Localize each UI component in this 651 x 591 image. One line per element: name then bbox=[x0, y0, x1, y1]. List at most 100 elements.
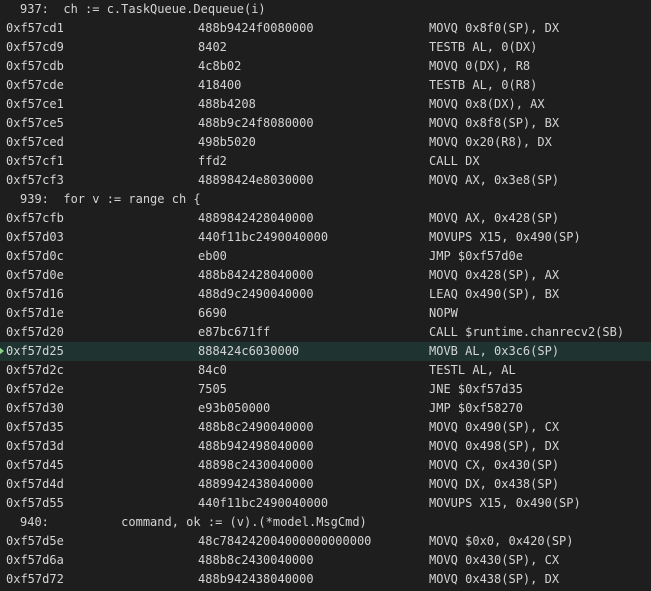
instruction-row[interactable]: 0xf57cd1 488b9424f0080000 MOVQ 0x8f0(SP), … bbox=[0, 19, 651, 38]
instruction-text: JMP $0xf57d0e bbox=[429, 249, 523, 263]
instruction-bytes: 440f11bc2490040000 bbox=[198, 496, 329, 510]
instruction-text: MOVQ 0x498(SP), DX bbox=[429, 439, 560, 453]
instruction-address: 0xf57cfb bbox=[6, 211, 64, 225]
instruction-row[interactable]: 0xf57ce5 488b9c24f8080000 MOVQ 0x8f8(SP), … bbox=[0, 114, 651, 133]
instruction-text: NOPW bbox=[429, 306, 458, 320]
instruction-address: 0xf57cdb bbox=[6, 59, 64, 73]
instruction-address: 0xf57d20 bbox=[6, 325, 64, 339]
instruction-text: MOVQ 0x430(SP), CX bbox=[429, 553, 560, 567]
instruction-address: 0xf57cd1 bbox=[6, 21, 64, 35]
instruction-bytes: 48898424e8030000 bbox=[198, 173, 314, 187]
instruction-row[interactable]: 0xf57d16 488d9c2490040000 LEAQ 0x490(SP), … bbox=[0, 285, 651, 304]
instruction-bytes: 488b9424f0080000 bbox=[198, 21, 314, 35]
instruction-address: 0xf57d0e bbox=[6, 268, 64, 282]
instruction-address: 0xf57cf3 bbox=[6, 173, 64, 187]
instruction-bytes: 498b5020 bbox=[198, 135, 256, 149]
instruction-address: 0xf57d16 bbox=[6, 287, 64, 301]
instruction-row[interactable]: 0xf57d3d 488b942498040000 MOVQ 0x498(SP), … bbox=[0, 437, 651, 456]
instruction-text: JMP $0xf58270 bbox=[429, 401, 523, 415]
instruction-row[interactable]: 0xf57cf1 ffd2 CALL DX bbox=[0, 152, 651, 171]
current-line-arrow-icon bbox=[0, 347, 4, 355]
disassembly-view[interactable]: 937: ch := c.TaskQueue.Dequeue(i) 0xf57cd… bbox=[0, 0, 651, 591]
instruction-text: LEAQ 0x490(SP), BX bbox=[429, 287, 560, 301]
instruction-row[interactable]: 0xf57cdb 4c8b02 MOVQ 0(DX), R8 bbox=[0, 57, 651, 76]
instruction-bytes: 488b8c2430040000 bbox=[198, 553, 314, 567]
instruction-text: MOVUPS X15, 0x490(SP) bbox=[429, 496, 581, 510]
instruction-bytes: 488b9c24f8080000 bbox=[198, 116, 314, 130]
instruction-text: MOVQ 0x8f8(SP), BX bbox=[429, 116, 560, 130]
instruction-text: JNE $0xf57d35 bbox=[429, 382, 523, 396]
instruction-address: 0xf57d5e bbox=[6, 534, 64, 548]
instruction-address: 0xf57d30 bbox=[6, 401, 64, 415]
source-line-text: 939: for v := range ch { bbox=[20, 192, 201, 206]
instruction-address: 0xf57d2c bbox=[6, 363, 64, 377]
instruction-row[interactable]: 0xf57d4d 4889942438040000 MOVQ DX, 0x438(S… bbox=[0, 475, 651, 494]
instruction-address: 0xf57d1e bbox=[6, 306, 64, 320]
instruction-address: 0xf57ced bbox=[6, 135, 64, 149]
instruction-row[interactable]: 0xf57d45 48898c2430040000 MOVQ CX, 0x430(S… bbox=[0, 456, 651, 475]
instruction-bytes: 48898c2430040000 bbox=[198, 458, 314, 472]
instruction-row[interactable]: 0xf57d55 440f11bc2490040000 MOVUPS X15, 0x… bbox=[0, 494, 651, 513]
instruction-bytes: 7505 bbox=[198, 382, 227, 396]
instruction-address: 0xf57ce1 bbox=[6, 97, 64, 111]
instruction-text: MOVQ 0(DX), R8 bbox=[429, 59, 531, 73]
instruction-row[interactable]: 0xf57d0c eb00 JMP $0xf57d0e bbox=[0, 247, 651, 266]
instruction-row[interactable]: 0xf57cfb 4889842428040000 MOVQ AX, 0x428(S… bbox=[0, 209, 651, 228]
instruction-text: MOVQ 0x8(DX), AX bbox=[429, 97, 545, 111]
instruction-bytes: 888424c6030000 bbox=[198, 344, 300, 358]
instruction-text: MOVQ $0x0, 0x420(SP) bbox=[429, 534, 574, 548]
instruction-bytes: e87bc671ff bbox=[198, 325, 271, 339]
instruction-text: MOVUPS X15, 0x490(SP) bbox=[429, 230, 581, 244]
instruction-text: MOVQ AX, 0x3e8(SP) bbox=[429, 173, 560, 187]
instruction-row[interactable]: 0xf57d5e 48c784242004000000000000 MOVQ $0x… bbox=[0, 532, 651, 551]
instruction-address: 0xf57cde bbox=[6, 78, 64, 92]
instruction-bytes: 418400 bbox=[198, 78, 242, 92]
instruction-address: 0xf57d4d bbox=[6, 477, 64, 491]
instruction-bytes: 48c784242004000000000000 bbox=[198, 534, 372, 548]
instruction-row[interactable]: 0xf57ce1 488b4208 MOVQ 0x8(DX), AX bbox=[0, 95, 651, 114]
instruction-text: MOVQ DX, 0x438(SP) bbox=[429, 477, 560, 491]
instruction-row[interactable]: 0xf57d1e 6690 NOPW bbox=[0, 304, 651, 323]
instruction-text: MOVQ 0x438(SP), DX bbox=[429, 572, 560, 586]
instruction-bytes: 488b942438040000 bbox=[198, 572, 314, 586]
instruction-text: TESTL AL, AL bbox=[429, 363, 516, 377]
instruction-bytes: e93b050000 bbox=[198, 401, 271, 415]
instruction-address: 0xf57d0c bbox=[6, 249, 64, 263]
instruction-address: 0xf57d6a bbox=[6, 553, 64, 567]
source-line[interactable]: 939: for v := range ch { bbox=[0, 190, 651, 209]
instruction-address: 0xf57d35 bbox=[6, 420, 64, 434]
instruction-address: 0xf57cd9 bbox=[6, 40, 64, 54]
instruction-row[interactable]: 0xf57cd9 8402 TESTB AL, 0(DX) bbox=[0, 38, 651, 57]
instruction-bytes: 488d9c2490040000 bbox=[198, 287, 314, 301]
instruction-bytes: 488b842428040000 bbox=[198, 268, 314, 282]
instruction-row[interactable]: 0xf57d2e 7505 JNE $0xf57d35 bbox=[0, 380, 651, 399]
instruction-text: TESTB AL, 0(R8) bbox=[429, 78, 538, 92]
instruction-bytes: eb00 bbox=[198, 249, 227, 263]
instruction-row[interactable]: 0xf57ced 498b5020 MOVQ 0x20(R8), DX bbox=[0, 133, 651, 152]
instruction-row[interactable]: 0xf57d20 e87bc671ff CALL $runtime.chanrecv… bbox=[0, 323, 651, 342]
instruction-text: MOVQ CX, 0x430(SP) bbox=[429, 458, 560, 472]
instruction-address: 0xf57d3d bbox=[6, 439, 64, 453]
instruction-text: MOVQ AX, 0x428(SP) bbox=[429, 211, 560, 225]
instruction-row[interactable]: 0xf57d35 488b8c2490040000 MOVQ 0x490(SP), … bbox=[0, 418, 651, 437]
instruction-text: MOVQ 0x490(SP), CX bbox=[429, 420, 560, 434]
instruction-text: MOVQ 0x428(SP), AX bbox=[429, 268, 560, 282]
instruction-row[interactable]: 0xf57d30 e93b050000 JMP $0xf58270 bbox=[0, 399, 651, 418]
source-line[interactable]: 940: command, ok := (v).(*model.MsgCmd) bbox=[0, 513, 651, 532]
instruction-bytes: 488b4208 bbox=[198, 97, 256, 111]
instruction-row[interactable]: 0xf57d2c 84c0 TESTL AL, AL bbox=[0, 361, 651, 380]
instruction-address: 0xf57d45 bbox=[6, 458, 64, 472]
instruction-bytes: 440f11bc2490040000 bbox=[198, 230, 329, 244]
instruction-row[interactable]: 0xf57d0e 488b842428040000 MOVQ 0x428(SP), … bbox=[0, 266, 651, 285]
instruction-bytes: 4889842428040000 bbox=[198, 211, 314, 225]
instruction-text: TESTB AL, 0(DX) bbox=[429, 40, 538, 54]
instruction-text: CALL $runtime.chanrecv2(SB) bbox=[429, 325, 625, 339]
instruction-row[interactable]: 0xf57cf3 48898424e8030000 MOVQ AX, 0x3e8(S… bbox=[0, 171, 651, 190]
instruction-row[interactable]: 0xf57d6a 488b8c2430040000 MOVQ 0x430(SP), … bbox=[0, 551, 651, 570]
instruction-row[interactable]: 0xf57d72 488b942438040000 MOVQ 0x438(SP), … bbox=[0, 570, 651, 589]
instruction-row[interactable]: 0xf57cde 418400 TESTB AL, 0(R8) bbox=[0, 76, 651, 95]
instruction-address: 0xf57d03 bbox=[6, 230, 64, 244]
instruction-row[interactable]: 0xf57d03 440f11bc2490040000 MOVUPS X15, 0x… bbox=[0, 228, 651, 247]
current-instruction-row[interactable]: 0xf57d25 888424c6030000 MOVB AL, 0x3c6(SP) bbox=[0, 342, 651, 361]
source-line[interactable]: 937: ch := c.TaskQueue.Dequeue(i) bbox=[0, 0, 651, 19]
